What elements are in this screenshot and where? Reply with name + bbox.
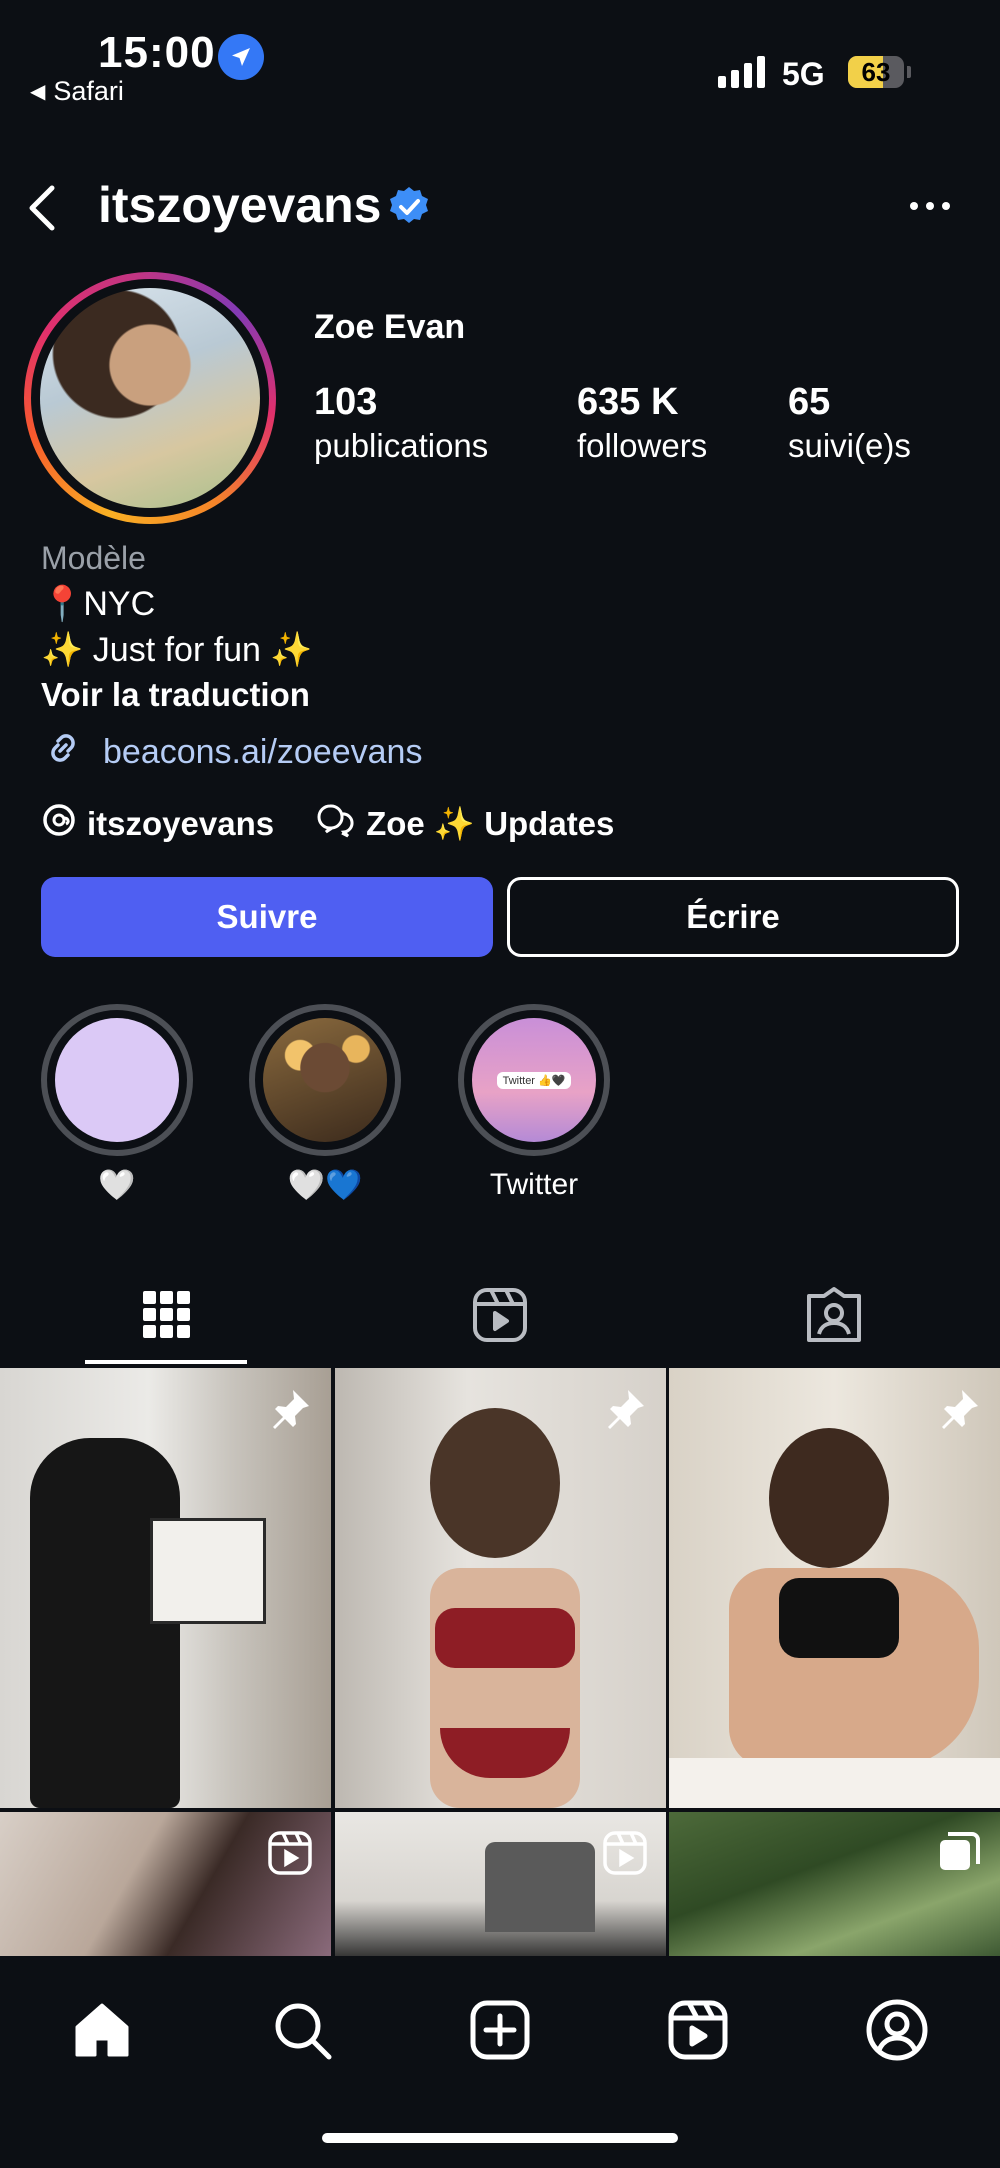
highlight-label: Twitter <box>489 1168 579 1201</box>
channel-icon <box>316 802 356 846</box>
pin-icon <box>273 1390 309 1429</box>
nav-home[interactable] <box>62 1990 142 2070</box>
home-icon <box>75 2003 129 2057</box>
grid-icon <box>142 1290 192 1345</box>
dot <box>910 202 918 210</box>
stat-posts-value: 103 <box>314 381 378 423</box>
highlight-3[interactable]: Twitter 👍🖤 Twitter <box>452 1004 616 1202</box>
battery-level: 63 <box>861 57 891 87</box>
profile-avatar[interactable] <box>24 272 276 524</box>
post-hair <box>769 1428 889 1568</box>
threads-row: itszoyevans Zoe ✨ Updates <box>41 802 614 846</box>
active-tab-indicator <box>85 1360 247 1364</box>
nav-reels[interactable] <box>658 1990 738 2070</box>
posts-grid <box>0 1368 1000 1960</box>
back-triangle-icon: ◀ <box>30 81 46 103</box>
create-icon <box>470 2000 530 2060</box>
highlight-ring: Twitter 👍🖤 <box>458 1004 610 1156</box>
link-icon <box>41 726 85 779</box>
battery-nub <box>907 66 911 78</box>
stat-followers-value: 635 K <box>577 381 679 423</box>
location-arrow-icon <box>218 34 264 80</box>
message-button[interactable]: Écrire <box>507 877 959 957</box>
follow-button[interactable]: Suivre <box>41 877 493 957</box>
nav-create[interactable] <box>460 1990 540 2070</box>
tab-grid[interactable] <box>0 1268 333 1366</box>
threads-handle[interactable]: itszoyevans <box>87 805 274 843</box>
tab-tagged[interactable] <box>667 1268 1000 1366</box>
battery-icon: 63 <box>848 56 904 88</box>
post-tile[interactable] <box>0 1368 331 1808</box>
threads-icon <box>41 802 77 846</box>
avatar-photo <box>40 288 260 508</box>
highlight-ring <box>249 1004 401 1156</box>
post-top <box>779 1578 899 1658</box>
post-bag <box>150 1518 266 1624</box>
highlight-label: 🤍 <box>98 1169 136 1202</box>
pin-icon <box>942 1390 978 1429</box>
highlight-cover-text: Twitter 👍🖤 <box>496 1071 572 1089</box>
search-icon <box>275 2003 332 2060</box>
post-lamp <box>484 1842 595 1932</box>
highlight-2[interactable]: 🤍💙 <box>243 1004 407 1203</box>
reels-icon <box>268 1831 312 1875</box>
network-type: 5G <box>782 56 825 92</box>
back-to-app-link[interactable]: ◀ Safari <box>30 76 124 107</box>
stat-followers-label: followers <box>577 427 708 464</box>
stat-posts[interactable]: 103 publications <box>314 380 488 468</box>
stat-following-value: 65 <box>788 381 831 423</box>
stat-following-label: suivi(e)s <box>788 427 911 464</box>
post-hair <box>429 1408 560 1558</box>
post-tile[interactable] <box>0 1812 331 1960</box>
reels-icon <box>471 1286 529 1349</box>
bio-link[interactable]: beacons.ai/zoeevans <box>41 726 422 779</box>
post-tile[interactable] <box>669 1368 1000 1808</box>
post-tile[interactable] <box>669 1812 1000 1960</box>
nav-search[interactable] <box>262 1990 342 2070</box>
carousel-icon <box>940 1832 980 1870</box>
nav-profile[interactable] <box>857 1990 937 2070</box>
profile-full-name: Zoe Evan <box>314 308 466 346</box>
pin-icon <box>607 1390 644 1429</box>
profile-icon <box>866 1999 928 2061</box>
stat-followers[interactable]: 635 K followers <box>577 380 707 468</box>
highlight-ring <box>41 1004 193 1156</box>
stat-posts-label: publications <box>314 427 489 464</box>
bio-link-text: beacons.ai/zoeevans <box>103 733 423 771</box>
highlight-label: 🤍💙 <box>287 1169 363 1202</box>
back-button[interactable] <box>20 180 64 236</box>
broadcast-channel-name[interactable]: Zoe ✨ Updates <box>366 805 614 844</box>
highlight-cover <box>263 1018 387 1142</box>
back-app-label: Safari <box>53 76 124 106</box>
post-top <box>434 1608 575 1668</box>
status-time: 15:00 <box>98 28 216 77</box>
bio-line-location: 📍NYC <box>41 585 156 623</box>
tagged-icon <box>805 1286 863 1349</box>
signal-icon <box>718 54 765 88</box>
highlight-1[interactable]: 🤍 <box>35 1004 199 1203</box>
home-indicator[interactable] <box>322 2133 678 2143</box>
highlight-cover: Twitter 👍🖤 <box>472 1018 596 1142</box>
more-options-button[interactable] <box>900 194 960 218</box>
profile-username: itszoyevans <box>98 177 382 233</box>
reels-icon <box>668 2000 728 2060</box>
tab-reels[interactable] <box>333 1268 666 1366</box>
post-tile[interactable] <box>334 1812 666 1960</box>
see-translation-link[interactable]: Voir la traduction <box>41 676 310 714</box>
verified-badge-icon <box>388 186 430 228</box>
highlight-cover <box>55 1018 179 1142</box>
dot <box>942 202 950 210</box>
dot <box>926 202 934 210</box>
bio-line-tagline: ✨ Just for fun ✨ <box>41 631 313 669</box>
profile-category: Modèle <box>41 540 146 576</box>
stat-following[interactable]: 65 suivi(e)s <box>788 380 911 468</box>
post-tile[interactable] <box>334 1368 666 1808</box>
post-counter <box>669 1758 1000 1808</box>
reels-icon <box>602 1831 647 1875</box>
